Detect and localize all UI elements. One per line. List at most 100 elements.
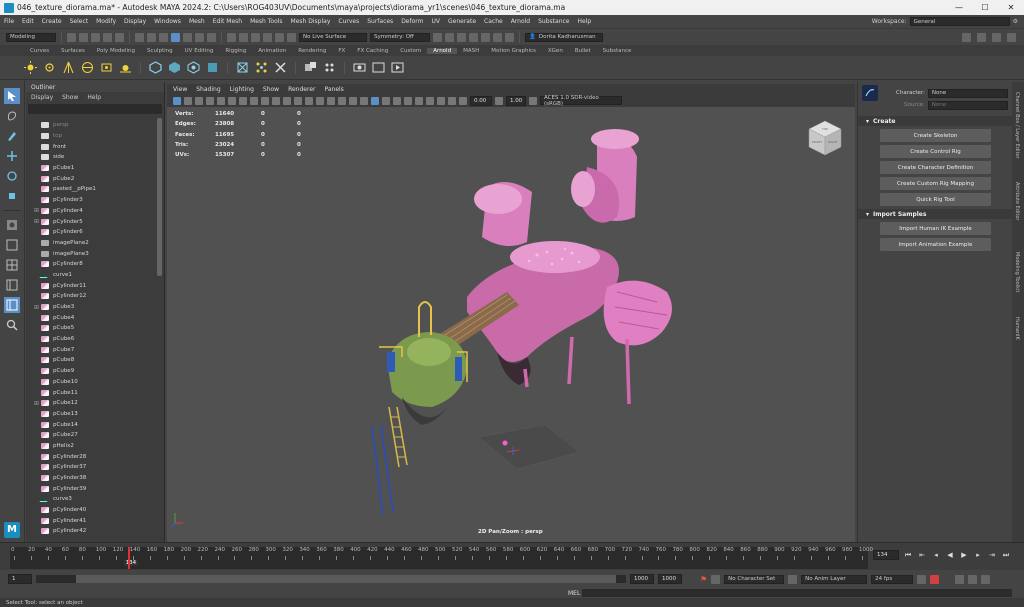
select-vertex-icon[interactable] <box>183 32 192 42</box>
outliner-item[interactable]: pCylinder28 <box>26 451 158 462</box>
auto-key-icon[interactable]: ⚑ <box>700 575 707 584</box>
step-back-frame-icon[interactable]: ◂ <box>931 550 941 560</box>
outliner-item[interactable]: ⊞ pCube12 <box>26 398 158 409</box>
grid-icon[interactable] <box>239 96 247 105</box>
go-to-end-icon[interactable]: ⏭ <box>1001 550 1011 560</box>
outliner-item[interactable]: top <box>26 131 158 142</box>
gate-mask-icon[interactable] <box>272 96 280 105</box>
menu-select[interactable]: Select <box>66 18 93 25</box>
maya-home-icon[interactable]: M <box>4 522 20 538</box>
time-slider-track[interactable]: 0 20 40 60 80 100 120 140 160 180 200 220 240 260 280 3… <box>10 547 873 569</box>
close-button[interactable]: ✕ <box>998 3 1024 12</box>
tool-settings-toggle-icon[interactable] <box>992 32 1001 42</box>
snap-curve-icon[interactable] <box>239 32 248 42</box>
render-icon[interactable] <box>433 32 442 42</box>
shelf-tab-mash[interactable]: MASH <box>457 48 485 54</box>
wireframe-on-shaded-icon[interactable] <box>338 96 346 105</box>
arnold-curve-collector-icon[interactable] <box>187 61 200 74</box>
safe-title-icon[interactable] <box>305 96 313 105</box>
outliner-item[interactable]: pCube1 <box>26 163 158 174</box>
viewport-menu-shading[interactable]: Shading <box>196 86 220 93</box>
outliner-item[interactable]: front <box>26 141 158 152</box>
outliner-item[interactable]: pCylinder6 <box>26 227 158 238</box>
create-section-header[interactable]: ▾ Create <box>858 116 1012 126</box>
shelf-tab-arnold[interactable]: Arnold <box>427 47 458 54</box>
outliner-item[interactable]: pCube7 <box>26 344 158 355</box>
film-gate-icon[interactable] <box>250 96 258 105</box>
create-character-definition-button[interactable]: Create Character Definition <box>880 161 991 174</box>
menu-arnold[interactable]: Arnold <box>507 18 534 25</box>
source-dropdown[interactable]: None <box>927 100 1008 110</box>
menu-edit[interactable]: Edit <box>18 18 38 25</box>
exposure-icon[interactable] <box>459 96 467 105</box>
menuset-dropdown[interactable]: Modeling <box>6 32 56 42</box>
outliner-item[interactable]: ⊞ pCube3 <box>26 302 158 313</box>
menu-windows[interactable]: Windows <box>150 18 185 25</box>
arnold-photometric-light-icon[interactable] <box>62 61 75 74</box>
cache-playback-icon[interactable] <box>930 574 940 584</box>
arnold-physical-sky-icon[interactable] <box>119 61 132 74</box>
menu-file[interactable]: File <box>0 18 18 25</box>
outliner-item[interactable]: ⊞ pCylinder4 <box>26 206 158 217</box>
shelf-tab-uv-editing[interactable]: UV Editing <box>179 48 220 54</box>
render-settings-icon[interactable] <box>457 32 466 42</box>
arnold-skydome-light-icon[interactable] <box>81 61 94 74</box>
outliner-scrollbar[interactable] <box>157 118 162 276</box>
redo-icon[interactable] <box>115 32 124 42</box>
command-input[interactable] <box>582 589 1012 597</box>
color-space-dropdown[interactable]: ACES 1.0 SDR-video (sRGB) <box>540 95 622 107</box>
smooth-shade-icon[interactable] <box>327 96 335 105</box>
shelf-tab-bullet[interactable]: Bullet <box>569 48 597 54</box>
arnold-ipr-icon[interactable] <box>493 32 502 42</box>
shelf-tab-poly-modeling[interactable]: Poly Modeling <box>91 48 141 54</box>
outliner-item[interactable]: pCube9 <box>26 366 158 377</box>
workspace-dropdown[interactable]: General <box>909 17 1010 26</box>
viewport-menu-show[interactable]: Show <box>263 86 279 93</box>
menu-edit-mesh[interactable]: Edit Mesh <box>209 18 246 25</box>
import-section-header[interactable]: ▾ Import Samples <box>858 209 1012 219</box>
outliner-search-input[interactable] <box>28 104 162 114</box>
select-object-icon[interactable] <box>147 32 156 42</box>
expand-icon[interactable]: ⊞ <box>34 304 41 311</box>
anim-layer-icon[interactable] <box>788 574 798 584</box>
outliner-item[interactable]: pCylinder40 <box>26 505 158 516</box>
arnold-standin-icon[interactable] <box>149 61 162 74</box>
undo-icon[interactable] <box>103 32 112 42</box>
fps-dropdown[interactable]: 24 fps <box>871 574 914 584</box>
outliner-item[interactable]: pCylinder37 <box>26 462 158 473</box>
save-scene-icon[interactable] <box>91 32 100 42</box>
viewport-menu-lighting[interactable]: Lighting <box>230 86 254 93</box>
resolution-gate-icon[interactable] <box>261 96 269 105</box>
end-time-inner-field[interactable]: 1000 <box>630 574 654 584</box>
xray-components-icon[interactable] <box>448 96 456 105</box>
outliner-item[interactable]: pasted__pPipe1 <box>26 184 158 195</box>
shelf-tab-curves[interactable]: Curves <box>24 48 55 54</box>
play-forwards-icon[interactable]: ▶ <box>959 550 969 560</box>
lasso-tool-icon[interactable] <box>4 108 20 124</box>
2d-pan-zoom-icon[interactable] <box>217 96 225 105</box>
step-forward-key-icon[interactable]: ⇥ <box>987 550 997 560</box>
paint-select-tool-icon[interactable] <box>4 128 20 144</box>
arnold-operator-icon[interactable] <box>206 61 219 74</box>
shelf-tab-rigging[interactable]: Rigging <box>219 48 252 54</box>
shelf-tab-custom[interactable]: Custom <box>394 48 427 54</box>
snap-live-icon[interactable] <box>287 32 296 42</box>
current-frame-indicator[interactable]: 134 <box>123 560 139 566</box>
create-custom-rig-mapping-button[interactable]: Create Custom Rig Mapping <box>880 177 991 190</box>
outliner-menu-display[interactable]: Display <box>31 94 53 101</box>
gamma-field[interactable]: 1.00 <box>506 95 526 106</box>
outliner-item[interactable]: pCube5 <box>26 323 158 334</box>
safe-action-icon[interactable] <box>294 96 302 105</box>
play-backwards-icon[interactable]: ◀ <box>945 550 955 560</box>
shelf-tab-fx[interactable]: FX <box>332 48 351 54</box>
hypershade-icon[interactable] <box>469 32 478 42</box>
menu-uv[interactable]: UV <box>428 18 445 25</box>
character-set-dropdown[interactable]: No Character Set <box>724 574 785 584</box>
xray-joints-icon[interactable] <box>437 96 445 105</box>
right-tab-attribute-editor[interactable]: Attribute Editor <box>1014 182 1020 220</box>
arnold-ipr-shelf-icon[interactable] <box>323 61 336 74</box>
single-perspective-layout-icon[interactable] <box>4 237 20 253</box>
symmetry-dropdown[interactable]: Symmetry: Off <box>370 32 430 42</box>
menu-mesh-tools[interactable]: Mesh Tools <box>246 18 286 25</box>
snap-surface-icon[interactable] <box>275 32 284 42</box>
